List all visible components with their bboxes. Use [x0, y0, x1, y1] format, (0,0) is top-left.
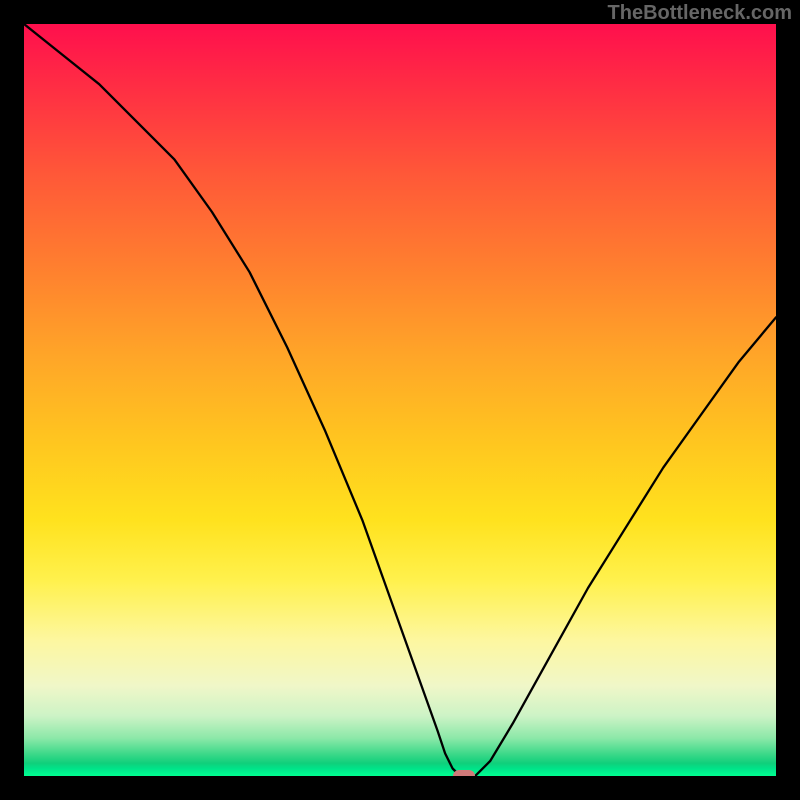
curve-svg — [24, 24, 776, 776]
chart-frame: TheBottleneck.com — [0, 0, 800, 800]
attribution-text: TheBottleneck.com — [608, 2, 792, 25]
bottleneck-curve — [24, 24, 776, 776]
minimum-marker — [453, 770, 475, 776]
plot-area — [24, 24, 776, 776]
